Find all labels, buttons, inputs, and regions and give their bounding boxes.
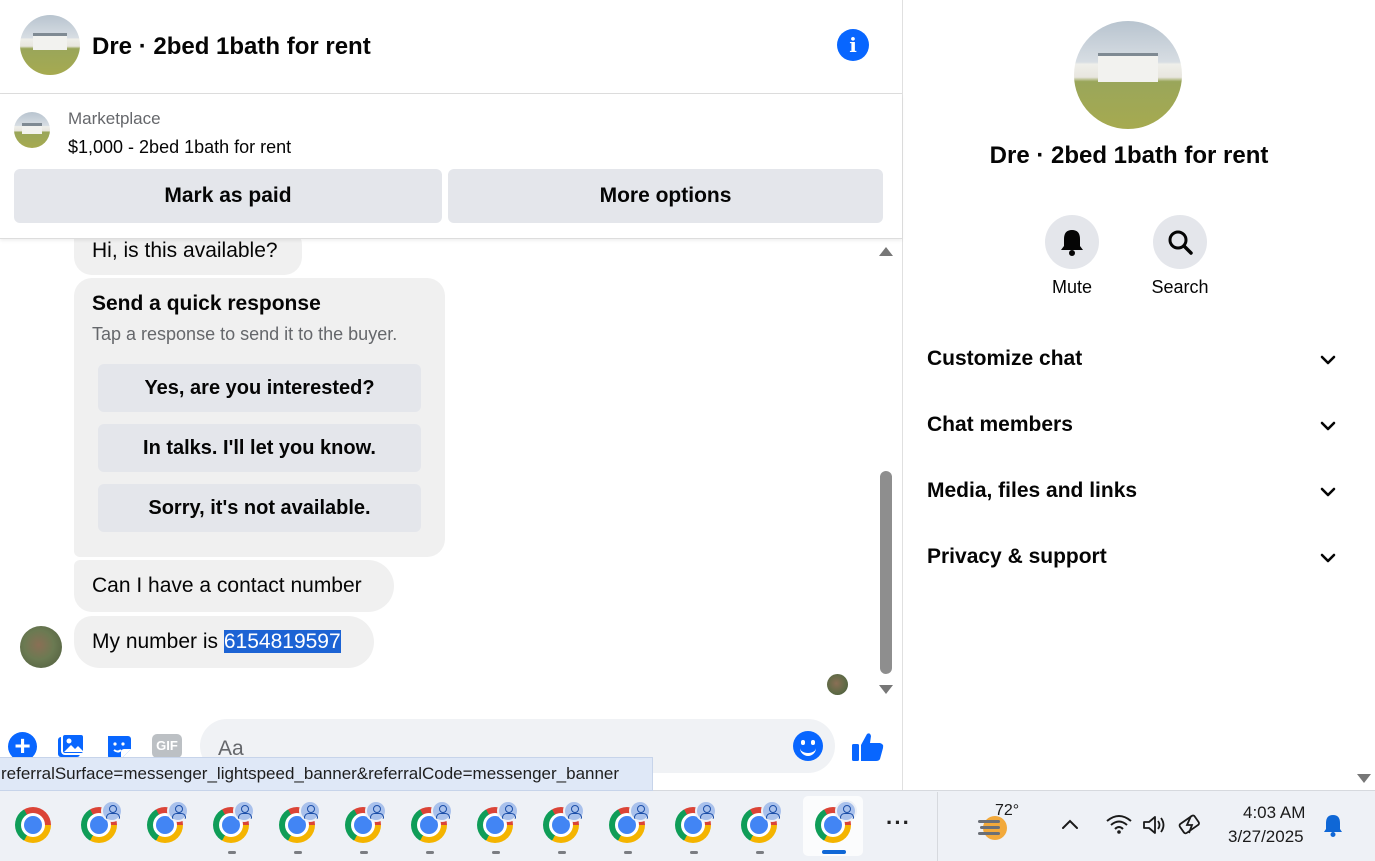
info-panel-title[interactable]: Dre · 2bed 1bath for rent xyxy=(903,142,1355,170)
emoji-icon[interactable] xyxy=(793,731,823,761)
message-bubble[interactable]: My number is 6154819597 xyxy=(74,616,374,668)
chrome-profile-icon[interactable] xyxy=(213,800,255,845)
thumbs-up-icon[interactable] xyxy=(851,731,885,763)
chrome-profile-icon[interactable] xyxy=(147,800,189,845)
search-button[interactable]: Search xyxy=(1135,215,1225,298)
page-scroll-down-arrow[interactable] xyxy=(1357,774,1371,783)
running-indicator xyxy=(624,851,632,854)
quick-response-option[interactable]: Yes, are you interested? xyxy=(98,364,421,412)
clock-time[interactable]: 4:03 AM xyxy=(1243,803,1305,823)
mark-as-paid-button[interactable]: Mark as paid xyxy=(14,169,442,223)
battery-charging-icon[interactable] xyxy=(1177,811,1205,837)
running-indicator xyxy=(426,851,434,854)
quick-response-title: Send a quick response xyxy=(92,292,321,315)
taskbar-separator xyxy=(937,792,938,861)
sender-avatar[interactable] xyxy=(20,626,62,668)
section-label: Media, files and links xyxy=(927,479,1138,502)
section-label: Chat members xyxy=(927,413,1073,436)
quick-response-subtitle: Tap a response to send it to the buyer. xyxy=(92,324,398,344)
running-indicator xyxy=(294,851,302,854)
conversation-title[interactable]: Dre · 2bed 1bath for rent xyxy=(92,33,371,61)
chrome-profile-icon[interactable] xyxy=(609,800,651,845)
chrome-profile-icon[interactable] xyxy=(345,800,387,845)
running-indicator xyxy=(228,851,236,854)
search-label: Search xyxy=(1151,277,1209,297)
clock-date[interactable]: 3/27/2025 xyxy=(1228,827,1304,847)
scroll-down-arrow[interactable] xyxy=(879,685,893,694)
temperature-text: 72° xyxy=(995,802,1020,819)
media-files-links-row[interactable]: Media, files and links xyxy=(927,473,1347,513)
running-indicator xyxy=(558,851,566,854)
chat-header: Dre · 2bed 1bath for rent i xyxy=(0,0,902,94)
search-icon xyxy=(1168,230,1193,255)
chevron-down-icon xyxy=(1320,553,1336,563)
running-indicator xyxy=(360,851,368,854)
quick-response-option[interactable]: Sorry, it's not available. xyxy=(98,484,421,532)
info-icon[interactable]: i xyxy=(837,29,869,61)
chrome-profile-icon[interactable] xyxy=(279,800,321,845)
quick-response-card: Send a quick response Tap a response to … xyxy=(74,278,445,557)
chevron-up-icon[interactable] xyxy=(1060,817,1080,831)
page-scrollbar[interactable] xyxy=(1354,0,1375,790)
running-indicator xyxy=(492,851,500,854)
chevron-down-icon xyxy=(1320,421,1336,431)
mute-button[interactable]: Mute xyxy=(1027,215,1117,298)
section-label: Privacy & support xyxy=(927,545,1107,568)
bell-icon xyxy=(1061,230,1083,256)
status-bar-url: referralSurface=messenger_lightspeed_ban… xyxy=(0,757,653,791)
message-list[interactable]: Hi, is this available? Send a quick resp… xyxy=(0,239,875,709)
quick-response-option[interactable]: In talks. I'll let you know. xyxy=(98,424,421,472)
chrome-profile-icon[interactable] xyxy=(543,800,585,845)
customize-chat-row[interactable]: Customize chat xyxy=(927,341,1347,381)
chrome-profile-icon[interactable] xyxy=(741,800,783,845)
profile-avatar[interactable] xyxy=(1074,21,1182,129)
more-apps-icon[interactable]: ··· xyxy=(886,810,911,836)
section-label: Customize chat xyxy=(927,347,1083,370)
chat-members-row[interactable]: Chat members xyxy=(927,407,1347,447)
active-indicator xyxy=(822,850,846,854)
marketplace-label: Marketplace xyxy=(68,109,161,128)
chrome-profile-icon[interactable] xyxy=(675,800,717,845)
listing-title[interactable]: $1,000 - 2bed 1bath for rent xyxy=(68,137,291,158)
conversation-avatar[interactable] xyxy=(20,15,80,75)
message-bubble[interactable]: Hi, is this available? xyxy=(74,239,302,275)
chrome-profile-icon[interactable] xyxy=(477,800,519,845)
running-indicator xyxy=(690,851,698,854)
conversation-info-panel: Dre · 2bed 1bath for rent Mute Search Cu… xyxy=(902,0,1354,790)
chrome-icon[interactable] xyxy=(15,807,53,845)
notification-bell-icon[interactable] xyxy=(1322,812,1344,838)
selected-phone-number[interactable]: 6154819597 xyxy=(223,630,341,653)
chrome-profile-icon[interactable] xyxy=(81,800,123,845)
running-indicator xyxy=(756,851,764,854)
more-options-button[interactable]: More options xyxy=(448,169,883,223)
chevron-down-icon xyxy=(1320,487,1336,497)
message-bubble[interactable]: Can I have a contact number xyxy=(74,560,394,612)
chrome-profile-icon-active[interactable] xyxy=(815,800,857,845)
chevron-down-icon xyxy=(1320,355,1336,365)
marketplace-panel: Marketplace $1,000 - 2bed 1bath for rent… xyxy=(0,94,902,239)
mute-label: Mute xyxy=(1051,277,1093,297)
chrome-profile-icon[interactable] xyxy=(411,800,453,845)
chat-scrollbar-thumb[interactable] xyxy=(880,471,892,674)
message-text: My number is xyxy=(92,630,224,653)
scroll-up-arrow[interactable] xyxy=(879,247,893,256)
privacy-support-row[interactable]: Privacy & support xyxy=(927,539,1347,579)
volume-icon[interactable] xyxy=(1141,813,1169,837)
listing-thumbnail[interactable] xyxy=(14,112,50,148)
read-receipt-avatar xyxy=(827,674,848,695)
gif-icon[interactable]: GIF xyxy=(152,734,182,758)
wifi-icon[interactable] xyxy=(1105,813,1133,835)
